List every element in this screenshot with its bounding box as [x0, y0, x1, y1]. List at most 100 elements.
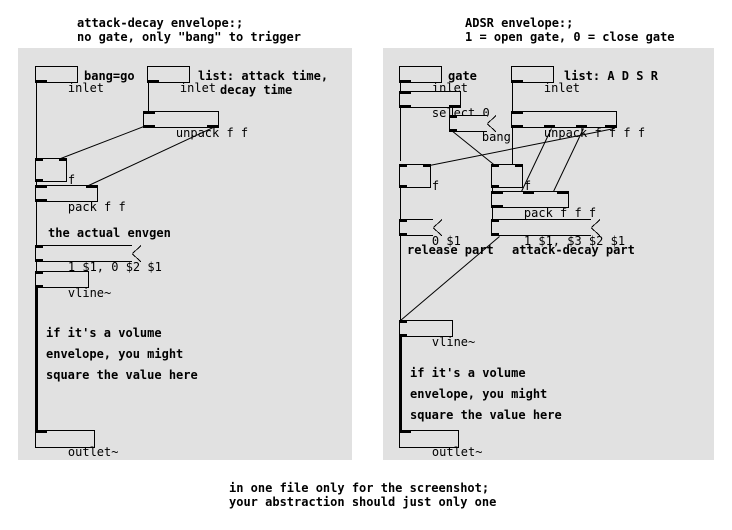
- inlet-nub: [400, 219, 407, 222]
- left-envelope-message[interactable]: 1 $1, 0 $2 $1: [35, 245, 162, 274]
- right-unpack-label: unpack f f f f: [543, 126, 646, 140]
- outlet-nub: [36, 199, 47, 202]
- outlet-nub: [148, 80, 159, 83]
- footer-line1: in one file only for the screenshot;: [229, 481, 490, 495]
- left-inlet-list-comment-line1: list: attack time,: [198, 69, 329, 83]
- wire-signal-vline-to-outlet: [399, 337, 402, 430]
- wire-inlet-to-unpack: [512, 83, 513, 111]
- right-vline-label: vline~: [431, 335, 476, 349]
- right-inlet-list-label: inlet: [543, 81, 581, 95]
- inlet-nub: [144, 111, 155, 114]
- outlet-nub: [36, 80, 47, 83]
- right-inlet-gate-comment: gate: [448, 69, 477, 83]
- outlet-nub: [492, 233, 499, 236]
- right-inlet-list-comment: list: A D S R: [564, 69, 658, 83]
- left-inlet-bang[interactable]: inlet: [35, 66, 104, 95]
- right-outlet-object[interactable]: outlet~: [399, 430, 482, 459]
- outlet-nub: [400, 185, 407, 188]
- outlet-nub-1: [512, 125, 523, 128]
- wire-signal-vline-to-outlet: [35, 288, 38, 430]
- left-inlet-list[interactable]: inlet: [147, 66, 216, 95]
- inlet-nub-mid: [523, 191, 534, 194]
- left-pack-object[interactable]: pack f f: [35, 185, 126, 214]
- left-float-object[interactable]: f: [35, 158, 75, 187]
- right-pack-label: pack f f f: [523, 206, 597, 220]
- inlet-nub-left: [400, 164, 407, 167]
- left-note-line2: envelope, you might: [46, 347, 184, 361]
- inlet-nub: [512, 111, 523, 114]
- right-attack-message[interactable]: 1 $1, $3 $2 $1: [491, 219, 625, 248]
- left-inlet-list-label: inlet: [179, 81, 217, 95]
- outlet-nub: [512, 80, 523, 83]
- left-patch-title-line1: attack-decay envelope:;: [77, 16, 244, 30]
- right-pack-object[interactable]: pack f f f: [491, 191, 596, 220]
- left-outlet-object[interactable]: outlet~: [35, 430, 118, 459]
- inlet-nub: [400, 91, 411, 94]
- inlet-nub-right: [423, 164, 430, 167]
- inlet-nub: [36, 271, 43, 274]
- pd-patch-canvas: attack-decay envelope:; no gate, only "b…: [0, 0, 732, 530]
- right-outlet-label: outlet~: [431, 445, 483, 459]
- inlet-nub: [400, 430, 411, 433]
- right-inlet-gate[interactable]: inlet: [399, 66, 468, 95]
- outlet-nub-4: [605, 125, 616, 128]
- right-note-line3: square the value here: [410, 408, 562, 422]
- inlet-nub: [36, 430, 47, 433]
- left-unpack-object[interactable]: unpack f f: [143, 111, 248, 140]
- right-float-release-label: f: [431, 179, 440, 193]
- wire-float-to-release-message: [400, 188, 401, 220]
- right-bang-message-label: bang: [481, 130, 511, 144]
- outlet-nub: [400, 80, 411, 83]
- right-bang-message[interactable]: bang: [449, 115, 511, 144]
- right-float-release-object[interactable]: f: [399, 164, 439, 193]
- inlet-nub: [492, 219, 499, 222]
- right-vline-object[interactable]: vline~: [399, 320, 475, 349]
- inlet-nub: [450, 115, 457, 118]
- outlet-nub: [36, 259, 43, 262]
- right-note-line1: if it's a volume: [410, 366, 526, 380]
- inlet-nub-left: [36, 185, 47, 188]
- left-envgen-comment: the actual envgen: [48, 226, 171, 240]
- inlet-nub-left: [36, 158, 43, 161]
- left-vline-object[interactable]: vline~: [35, 271, 111, 300]
- right-unpack-object[interactable]: unpack f f f f: [511, 111, 645, 140]
- left-inlet-bang-label: inlet: [67, 81, 105, 95]
- outlet-nub-2: [544, 125, 555, 128]
- right-select-object[interactable]: select 0: [399, 91, 490, 120]
- left-outlet-label: outlet~: [67, 445, 119, 459]
- inlet-nub-right: [515, 164, 522, 167]
- left-note-line1: if it's a volume: [46, 326, 162, 340]
- right-float-attack-object[interactable]: f: [491, 164, 531, 193]
- wire-inlet-to-unpack: [148, 83, 149, 111]
- left-inlet-bang-comment: bang=go: [84, 69, 135, 83]
- left-inlet-list-comment-line2: decay time: [220, 83, 293, 97]
- inlet-nub-right: [557, 191, 568, 194]
- inlet-nub-right: [59, 158, 66, 161]
- footer-line2: your abstraction should just only one: [229, 495, 497, 509]
- outlet-nub-left: [144, 125, 155, 128]
- inlet-nub-left: [492, 164, 499, 167]
- right-attack-decay-part-label: attack-decay part: [512, 243, 635, 257]
- wire-select-to-float-left: [400, 108, 401, 161]
- right-release-message[interactable]: 0 $1: [399, 219, 461, 248]
- right-patch-title-line2: 1 = open gate, 0 = close gate: [465, 30, 675, 44]
- wire-gate-to-select: [400, 83, 401, 91]
- outlet-nub: [492, 205, 503, 208]
- wire-inlet-to-float: [36, 83, 37, 160]
- right-inlet-list[interactable]: inlet: [511, 66, 580, 95]
- outlet-nub-right: [207, 125, 218, 128]
- wire-unpack-to-float-right: [512, 128, 513, 164]
- outlet-nub-3: [576, 125, 587, 128]
- right-note-line2: envelope, you might: [410, 387, 548, 401]
- outlet-nub: [492, 185, 499, 188]
- left-patch-title-line2: no gate, only "bang" to trigger: [77, 30, 301, 44]
- inlet-nub-right: [86, 185, 97, 188]
- right-patch-title-line1: ADSR envelope:;: [465, 16, 574, 30]
- outlet-nub-left: [400, 105, 411, 108]
- inlet-nub: [400, 320, 407, 323]
- right-release-part-label: release part: [407, 243, 494, 257]
- inlet-nub-left: [492, 191, 503, 194]
- left-pack-label: pack f f: [67, 200, 126, 214]
- wire-release-to-vline: [400, 236, 401, 321]
- wire-pack-to-message: [36, 202, 37, 245]
